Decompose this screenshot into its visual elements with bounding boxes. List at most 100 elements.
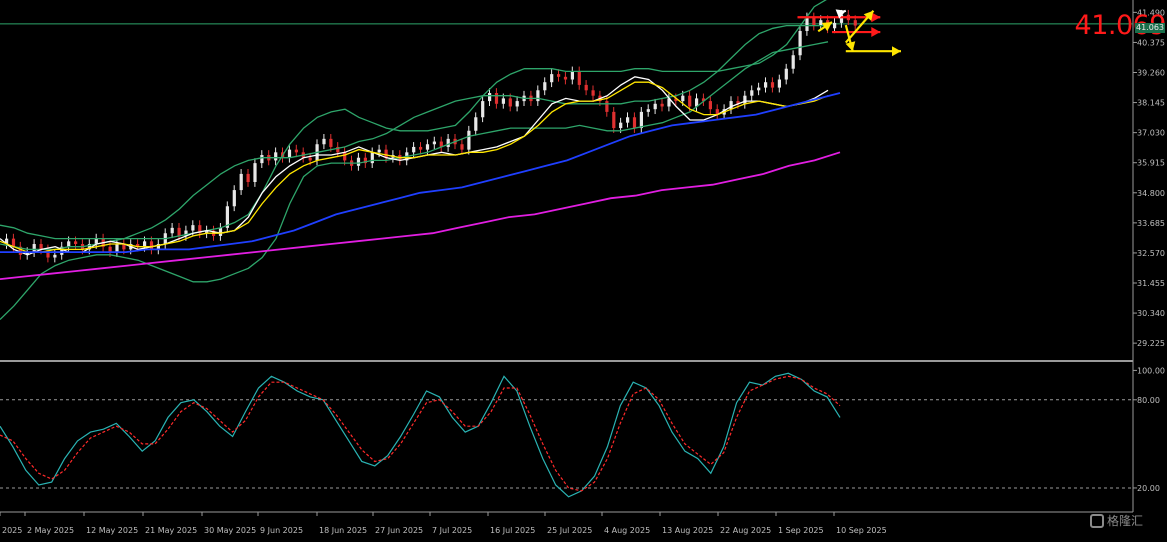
osc-main-line (0, 372, 841, 498)
candle-body (191, 225, 195, 231)
candle-body (370, 152, 374, 164)
candle-body (322, 138, 326, 145)
candle-body (626, 117, 630, 123)
candle-body (143, 241, 147, 247)
watermark-text: 格隆汇 (1107, 514, 1144, 528)
candle-body (253, 163, 257, 182)
x-tick-label: 1 Sep 2025 (778, 526, 824, 535)
candle-body (557, 74, 561, 77)
x-tick-label: 10 Sep 2025 (836, 526, 887, 535)
candle-body (784, 68, 788, 80)
price-tick-label: 37.030 (1137, 129, 1165, 138)
candle-body (750, 90, 754, 96)
candle-body (653, 103, 657, 110)
candle-body (170, 227, 174, 234)
candle-body (508, 98, 512, 107)
x-tick-label: 16 Jul 2025 (490, 526, 535, 535)
bollinger_upper-line (0, 0, 827, 240)
price-tick-label: 35.915 (1137, 159, 1165, 168)
arrow-head (871, 27, 881, 38)
x-tick-label: 9 Jun 2025 (260, 526, 303, 535)
price-tick-label: 32.570 (1137, 249, 1165, 258)
annotation-arrows (797, 9, 901, 57)
candle-body (681, 95, 685, 102)
candle-body (708, 101, 712, 110)
candle-body (536, 90, 540, 102)
last-price-box: 41.063 (1135, 23, 1165, 33)
candle-body (639, 111, 643, 129)
candle-body (660, 103, 664, 107)
osc-tick-label: 100.00 (1137, 366, 1165, 375)
osc-tick-label: 20.00 (1137, 484, 1160, 493)
price-tick-label: 34.800 (1137, 189, 1165, 198)
candle-body (688, 95, 692, 107)
candle-body (791, 55, 795, 69)
candle-body (32, 244, 36, 253)
candle-body (460, 144, 464, 150)
candle-body (743, 95, 747, 104)
x-tick-label: 7 Jul 2025 (432, 526, 472, 535)
candle-body (294, 149, 298, 153)
osc-tick-label: 80.00 (1137, 396, 1160, 405)
bollinger_middle-line (0, 24, 828, 251)
candle-body (591, 90, 595, 96)
candle-body (494, 93, 499, 104)
candle-body (467, 130, 471, 150)
candle-body (481, 101, 485, 118)
oscillator-pane: 100.00 80.00 20.00 (0, 366, 1165, 498)
candle-body (764, 82, 768, 88)
candle-body (412, 146, 416, 153)
candle-body (149, 241, 154, 250)
candle-body (833, 22, 837, 29)
candle-body (812, 17, 816, 26)
watermark: 格隆汇 (1090, 512, 1143, 529)
candle-body (570, 71, 574, 80)
candle-body (218, 227, 223, 236)
candle-body (646, 109, 650, 112)
price-tick-label: 29.225 (1137, 339, 1165, 348)
candle-body (419, 146, 423, 150)
price-y-axis: 41.49040.37539.26038.14537.03035.91534.8… (1133, 8, 1165, 348)
price-tick-label: 33.685 (1137, 219, 1165, 228)
candle-body (239, 173, 243, 191)
candle-body (432, 141, 436, 145)
candle-body (584, 84, 588, 91)
candle-body (853, 20, 857, 26)
price-chart: 41.49040.37539.26038.14537.03035.91534.8… (0, 0, 1165, 535)
candle-body (260, 155, 264, 164)
candle-body (543, 82, 547, 91)
x-tick-label: 25 Jul 2025 (547, 526, 592, 535)
candle-body (563, 76, 568, 80)
x-tick-label: 18 Jun 2025 (319, 526, 367, 535)
candle-body (446, 138, 450, 147)
candle-body (777, 79, 781, 88)
candle-body (488, 93, 492, 102)
x-tick-label: 13 Aug 2025 (662, 526, 713, 535)
x-tick-label: 30 May 2025 (204, 526, 256, 535)
x-tick-label: 2025 (2, 526, 22, 535)
candle-body (632, 117, 637, 129)
x-axis: 2025 2 May 2025 12 May 2025 21 May 2025 30 M… (0, 512, 887, 535)
candle-body (343, 152, 347, 161)
ma_mid-line (0, 81, 829, 253)
candle-body (805, 17, 809, 31)
candle-body (612, 111, 616, 129)
candle-body (74, 241, 78, 245)
candle-body (515, 101, 519, 107)
candle-body (474, 117, 478, 131)
x-tick-label: 2 May 2025 (27, 526, 74, 535)
bollinger_lower-line (0, 41, 829, 320)
candle-body (605, 101, 609, 112)
candle-body (757, 87, 761, 91)
candle-body (53, 254, 57, 258)
watermark-logo-icon (1090, 513, 1104, 528)
candle-body (425, 144, 430, 150)
candle-body (177, 227, 181, 236)
x-tick-label: 27 Jun 2025 (375, 526, 423, 535)
candle-body (67, 241, 71, 247)
candle-body (798, 30, 802, 56)
x-tick-label: 22 Aug 2025 (720, 526, 771, 535)
indicator-lines (0, 0, 841, 320)
candle-body (232, 190, 236, 207)
candle-body (287, 149, 292, 158)
